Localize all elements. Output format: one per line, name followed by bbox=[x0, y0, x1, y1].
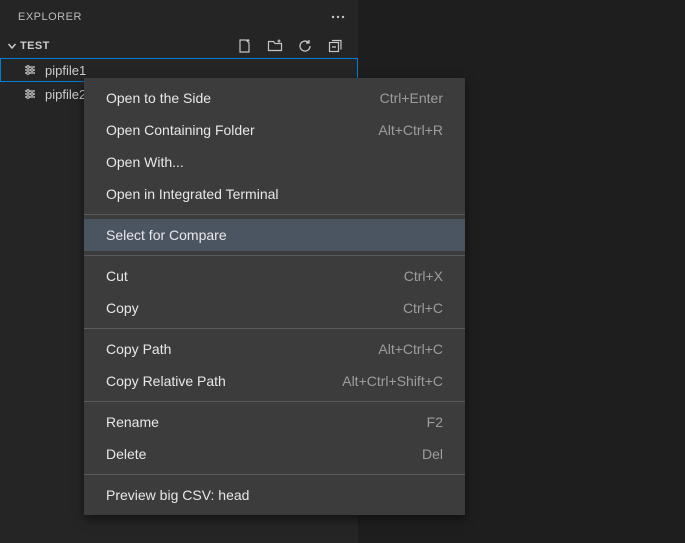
file-name: pipfile1 bbox=[45, 63, 86, 78]
new-file-button[interactable] bbox=[236, 37, 254, 55]
menu-item-shortcut: Alt+Ctrl+R bbox=[378, 122, 443, 138]
refresh-button[interactable] bbox=[296, 37, 314, 55]
collapse-all-button[interactable] bbox=[326, 37, 344, 55]
explorer-panel-header: EXPLORER bbox=[0, 0, 358, 34]
context-menu-item[interactable]: Open in Integrated Terminal bbox=[84, 178, 465, 210]
menu-item-shortcut: Alt+Ctrl+Shift+C bbox=[342, 373, 443, 389]
explorer-section-header[interactable]: TEST bbox=[0, 34, 358, 58]
context-menu-item[interactable]: Delete Del bbox=[84, 438, 465, 470]
context-menu-item[interactable]: Open With... bbox=[84, 146, 465, 178]
menu-separator bbox=[84, 214, 465, 215]
menu-item-shortcut: Del bbox=[422, 446, 443, 462]
menu-item-label: Cut bbox=[106, 268, 128, 284]
menu-item-label: Copy Path bbox=[106, 341, 171, 357]
menu-item-shortcut: Ctrl+Enter bbox=[380, 90, 443, 106]
menu-item-label: Copy Relative Path bbox=[106, 373, 226, 389]
menu-item-label: Open in Integrated Terminal bbox=[106, 186, 279, 202]
menu-item-label: Delete bbox=[106, 446, 146, 462]
context-menu: Open to the Side Ctrl+Enter Open Containin… bbox=[84, 78, 465, 515]
file-name: pipfile2 bbox=[45, 87, 86, 102]
menu-item-shortcut: F2 bbox=[427, 414, 443, 430]
section-label: TEST bbox=[20, 40, 50, 52]
context-menu-item[interactable]: Cut Ctrl+X bbox=[84, 260, 465, 292]
menu-item-label: Select for Compare bbox=[106, 227, 227, 243]
menu-item-label: Rename bbox=[106, 414, 159, 430]
context-menu-item[interactable]: Copy Path Alt+Ctrl+C bbox=[84, 333, 465, 365]
explorer-toolbar bbox=[236, 37, 350, 55]
menu-item-label: Open Containing Folder bbox=[106, 122, 255, 138]
menu-item-label: Copy bbox=[106, 300, 139, 316]
new-folder-button[interactable] bbox=[266, 37, 284, 55]
context-menu-item[interactable]: Copy Ctrl+C bbox=[84, 292, 465, 324]
more-actions-icon[interactable] bbox=[326, 7, 350, 27]
explorer-title: EXPLORER bbox=[18, 11, 82, 23]
menu-item-label: Open With... bbox=[106, 154, 184, 170]
context-menu-item[interactable]: Open to the Side Ctrl+Enter bbox=[84, 82, 465, 114]
menu-separator bbox=[84, 328, 465, 329]
settings-gear-icon bbox=[22, 62, 38, 78]
context-menu-item[interactable]: Open Containing Folder Alt+Ctrl+R bbox=[84, 114, 465, 146]
context-menu-item[interactable]: Preview big CSV: head bbox=[84, 479, 465, 511]
chevron-down-icon bbox=[4, 38, 20, 54]
menu-item-label: Preview big CSV: head bbox=[106, 487, 249, 503]
menu-separator bbox=[84, 401, 465, 402]
settings-gear-icon bbox=[22, 86, 38, 102]
context-menu-item[interactable]: Select for Compare bbox=[84, 219, 465, 251]
menu-separator bbox=[84, 474, 465, 475]
menu-item-shortcut: Ctrl+C bbox=[403, 300, 443, 316]
menu-item-shortcut: Alt+Ctrl+C bbox=[378, 341, 443, 357]
menu-item-label: Open to the Side bbox=[106, 90, 211, 106]
menu-item-shortcut: Ctrl+X bbox=[404, 268, 443, 284]
context-menu-item[interactable]: Rename F2 bbox=[84, 406, 465, 438]
context-menu-item[interactable]: Copy Relative Path Alt+Ctrl+Shift+C bbox=[84, 365, 465, 397]
menu-separator bbox=[84, 255, 465, 256]
